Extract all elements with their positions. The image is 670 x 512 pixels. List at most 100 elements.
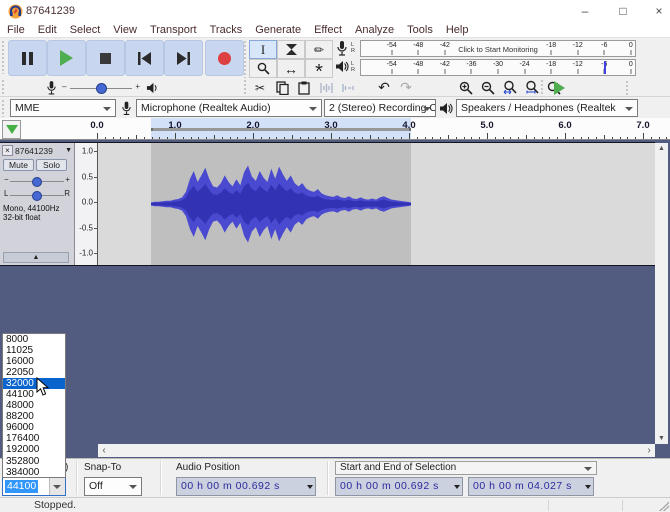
track-area[interactable]: × 87641239 ▼ Mute Solo − + L R — [0, 140, 670, 458]
track-control-panel[interactable]: × 87641239 ▼ Mute Solo − + L R — [0, 143, 75, 265]
mixer-grip[interactable] — [1, 79, 5, 95]
menu-transport[interactable]: Transport — [150, 24, 197, 36]
menu-tools[interactable]: Tools — [407, 24, 433, 36]
recording-volume-thumb[interactable] — [96, 83, 107, 94]
selection-start-field[interactable]: 00 h 00 m 00.692 s — [335, 477, 463, 496]
skip-to-start-button[interactable] — [125, 40, 164, 76]
playback-meter[interactable]: -54-48-42-36-30-24-18-12-60 — [360, 59, 636, 76]
edit-grip[interactable] — [243, 79, 247, 95]
project-rate-combo[interactable]: 44100 — [2, 477, 66, 496]
rate-option-384000[interactable]: 384000 — [3, 467, 65, 478]
record-button[interactable] — [205, 40, 244, 76]
menu-select[interactable]: Select — [70, 24, 101, 36]
resize-grip[interactable] — [659, 501, 669, 511]
skip-to-end-button[interactable] — [164, 40, 203, 76]
scroll-right-icon[interactable]: › — [643, 444, 655, 457]
mute-button[interactable]: Mute — [3, 159, 34, 171]
timeline-options-button[interactable] — [2, 120, 21, 139]
selection-range-mode-select[interactable]: Start and End of Selection — [335, 461, 597, 475]
redo-button[interactable]: ↷ — [395, 79, 417, 96]
horizontal-scrollbar[interactable]: ‹ › — [98, 444, 655, 457]
fit-selection-button[interactable] — [499, 79, 521, 96]
scroll-down-icon[interactable]: ▼ — [655, 435, 668, 442]
rate-option-352800[interactable]: 352800 — [3, 456, 65, 467]
gain-thumb[interactable] — [32, 177, 42, 187]
play-button[interactable] — [47, 40, 86, 76]
scroll-left-icon[interactable]: ‹ — [98, 444, 110, 457]
menu-file[interactable]: File — [7, 24, 25, 36]
recording-channels-select[interactable]: 2 (Stereo) Recording Chan — [324, 99, 436, 117]
audio-host-select[interactable]: MME — [10, 99, 116, 117]
track-menu-button[interactable]: ▼ — [65, 147, 72, 154]
selection-end-field[interactable]: 00 h 00 m 04.027 s — [468, 477, 594, 496]
timeshift-tool-button[interactable]: ↔ — [277, 59, 305, 78]
field-menu-icon[interactable] — [585, 485, 591, 489]
recording-volume-slider[interactable]: –+ — [62, 81, 140, 95]
stop-button[interactable] — [86, 40, 125, 76]
snap-to-select[interactable]: Off — [84, 477, 142, 496]
project-rate-dropdown-button[interactable] — [49, 478, 65, 495]
vertical-ruler[interactable]: 1.00.50.0-0.5-1.0 — [75, 143, 98, 265]
rate-option-16000[interactable]: 16000 — [3, 356, 65, 367]
tools-grip[interactable] — [243, 40, 247, 78]
close-button[interactable]: × — [644, 2, 670, 20]
track-collapse-button[interactable]: ▲ — [3, 252, 69, 263]
solo-button[interactable]: Solo — [36, 159, 67, 171]
field-menu-icon[interactable] — [454, 485, 460, 489]
menu-view[interactable]: View — [113, 24, 137, 36]
play-at-speed-grip[interactable] — [540, 79, 544, 95]
transport-grip[interactable] — [1, 40, 5, 74]
menu-generate[interactable]: Generate — [255, 24, 301, 36]
track-title[interactable]: 87641239 — [15, 146, 63, 156]
envelope-tool-button[interactable] — [277, 40, 305, 59]
selection-tool-button[interactable]: I — [249, 40, 277, 59]
rate-option-96000[interactable]: 96000 — [3, 422, 65, 433]
cut-button[interactable]: ✂ — [249, 79, 271, 96]
field-menu-icon[interactable] — [307, 485, 313, 489]
trim-audio-button[interactable] — [315, 79, 337, 96]
rate-option-11025[interactable]: 11025 — [3, 345, 65, 356]
device-grip[interactable] — [1, 99, 5, 117]
zoom-tool-button[interactable] — [249, 59, 277, 78]
menu-effect[interactable]: Effect — [314, 24, 342, 36]
zoom-in-button[interactable] — [455, 79, 477, 96]
zoom-out-button[interactable] — [477, 79, 499, 96]
rate-option-176400[interactable]: 176400 — [3, 433, 65, 444]
minimize-button[interactable]: – — [570, 2, 600, 20]
rate-option-192000[interactable]: 192000 — [3, 444, 65, 455]
playback-device-select[interactable]: Speakers / Headphones (Realtek — [456, 99, 638, 117]
zoom-grip[interactable] — [625, 80, 629, 96]
meter-message[interactable]: Click to Start Monitoring — [458, 45, 538, 54]
project-rate-dropdown-list[interactable]: 8000110251600022050320004410048000882009… — [2, 333, 66, 478]
rate-option-32000[interactable]: 32000 — [3, 378, 65, 389]
recording-device-select[interactable]: Microphone (Realtek Audio) — [136, 99, 322, 117]
recording-meter[interactable]: -54-48-42-18-12-60Click to Start Monitor… — [360, 40, 636, 57]
draw-tool-button[interactable]: ✏ — [305, 40, 333, 59]
rate-option-8000[interactable]: 8000 — [3, 334, 65, 345]
paste-button[interactable] — [293, 79, 315, 96]
scroll-up-icon[interactable]: ▲ — [655, 145, 668, 152]
track-close-button[interactable]: × — [2, 145, 13, 156]
pause-button[interactable] — [8, 40, 47, 76]
rate-option-48000[interactable]: 48000 — [3, 400, 65, 411]
track-waveform-area[interactable] — [98, 143, 655, 265]
play-at-speed-button[interactable] — [548, 79, 570, 96]
play-region-bar[interactable] — [151, 128, 411, 131]
pan-thumb[interactable] — [32, 191, 42, 201]
menu-edit[interactable]: Edit — [38, 24, 57, 36]
rate-option-88200[interactable]: 88200 — [3, 411, 65, 422]
undo-button[interactable]: ↶ — [373, 79, 395, 96]
silence-audio-button[interactable] — [337, 79, 359, 96]
menu-tracks[interactable]: Tracks — [210, 24, 243, 36]
rate-option-22050[interactable]: 22050 — [3, 367, 65, 378]
copy-button[interactable] — [271, 79, 293, 96]
rate-option-44100[interactable]: 44100 — [3, 389, 65, 400]
menu-analyze[interactable]: Analyze — [355, 24, 394, 36]
pan-slider[interactable]: L R — [4, 189, 70, 201]
gain-slider[interactable]: − + — [4, 175, 70, 187]
menu-help[interactable]: Help — [446, 24, 469, 36]
vertical-scrollbar[interactable]: ▲ ▼ — [655, 143, 668, 444]
timeline-ruler[interactable]: 0.01.02.03.04.05.06.07.0 — [0, 118, 670, 140]
maximize-button[interactable]: □ — [608, 2, 638, 20]
audio-position-field[interactable]: 00 h 00 m 00.692 s — [176, 477, 316, 496]
